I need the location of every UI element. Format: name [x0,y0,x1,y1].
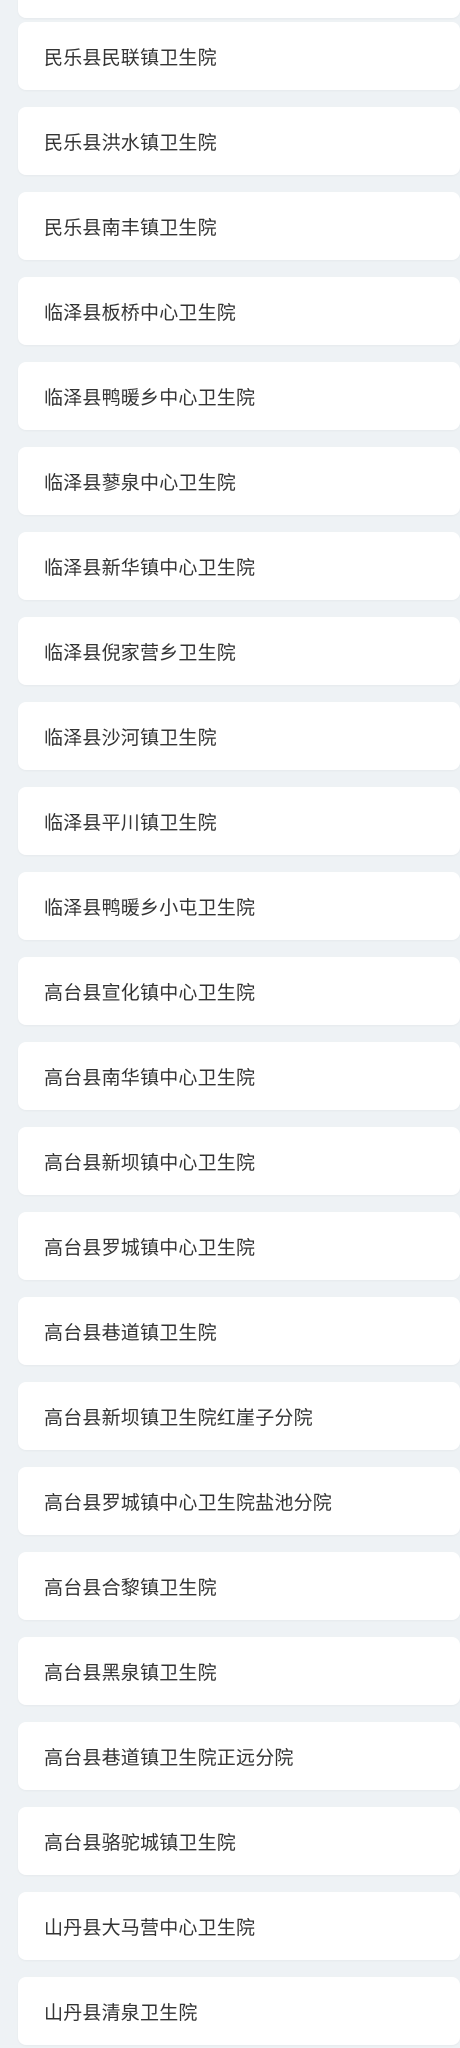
list-item-label: 高台县骆驼城镇卫生院 [44,1831,237,1854]
list-item-label: 临泽县新华镇中心卫生院 [44,556,256,579]
list-item-label: 高台县黑泉镇卫生院 [44,1661,217,1684]
list-item[interactable]: 高台县新坝镇卫生院红崖子分院 [18,1382,460,1450]
list-item[interactable]: 山丹县大马营中心卫生院 [18,1892,460,1960]
list-item[interactable]: 临泽县蓼泉中心卫生院 [18,447,460,515]
list-item-label: 山丹县大马营中心卫生院 [44,1916,256,1939]
list-item[interactable]: 临泽县鸭暖乡小屯卫生院 [18,872,460,940]
list-item[interactable]: 临泽县新华镇中心卫生院 [18,532,460,600]
list-item[interactable]: 高台县巷道镇卫生院 [18,1297,460,1365]
list-item-label: 临泽县鸭暖乡中心卫生院 [44,386,256,409]
list-item[interactable]: 民乐县民联镇卫生院 [18,22,460,90]
list-item[interactable]: 民乐县南丰镇卫生院 [18,192,460,260]
list-item[interactable]: 临泽县板桥中心卫生院 [18,277,460,345]
list-item-label: 高台县南华镇中心卫生院 [44,1066,256,1089]
list-item-label: 临泽县板桥中心卫生院 [44,301,237,324]
list-item[interactable]: 高台县合黎镇卫生院 [18,1552,460,1620]
list-item-label: 高台县合黎镇卫生院 [44,1576,217,1599]
list-item-label: 高台县罗城镇中心卫生院 [44,1236,256,1259]
list-item[interactable]: 高台县宣化镇中心卫生院 [18,957,460,1025]
list-item[interactable]: 山丹县清泉卫生院 [18,1977,460,2045]
list-item-label: 高台县罗城镇中心卫生院盐池分院 [44,1491,333,1514]
list-item-label: 临泽县平川镇卫生院 [44,811,217,834]
list-item[interactable]: 临泽县倪家营乡卫生院 [18,617,460,685]
list-item-label: 临泽县蓼泉中心卫生院 [44,471,237,494]
list-item-label: 民乐县民联镇卫生院 [44,46,217,69]
list-item[interactable]: 临泽县平川镇卫生院 [18,787,460,855]
list-item[interactable]: 高台县黑泉镇卫生院 [18,1637,460,1705]
list-item-label: 高台县宣化镇中心卫生院 [44,981,256,1004]
list-item-label: 高台县巷道镇卫生院 [44,1321,217,1344]
list-item-label: 民乐县洪水镇卫生院 [44,131,217,154]
list-item[interactable]: 高台县新坝镇中心卫生院 [18,1127,460,1195]
list-item[interactable]: 临泽县鸭暖乡中心卫生院 [18,362,460,430]
list-item-label: 高台县巷道镇卫生院正远分院 [44,1746,294,1769]
list-item-label: 山丹县清泉卫生院 [44,2001,198,2024]
list-item[interactable]: 民乐县洪水镇卫生院 [18,107,460,175]
list-item[interactable]: 高台县巷道镇卫生院正远分院 [18,1722,460,1790]
list-item-label: 民乐县南丰镇卫生院 [44,216,217,239]
list-item-label: 高台县新坝镇卫生院红崖子分院 [44,1406,313,1429]
list-item[interactable]: 高台县南华镇中心卫生院 [18,1042,460,1110]
list-item-label: 高台县新坝镇中心卫生院 [44,1151,256,1174]
list-item[interactable]: 高台县骆驼城镇卫生院 [18,1807,460,1875]
list-item-label: 临泽县沙河镇卫生院 [44,726,217,749]
list-item[interactable]: 临泽县沙河镇卫生院 [18,702,460,770]
list-item-label: 临泽县鸭暖乡小屯卫生院 [44,896,256,919]
list-item-partial[interactable] [18,0,460,18]
list-item[interactable]: 高台县罗城镇中心卫生院 [18,1212,460,1280]
list-item-label: 临泽县倪家营乡卫生院 [44,641,237,664]
list-item[interactable]: 高台县罗城镇中心卫生院盐池分院 [18,1467,460,1535]
